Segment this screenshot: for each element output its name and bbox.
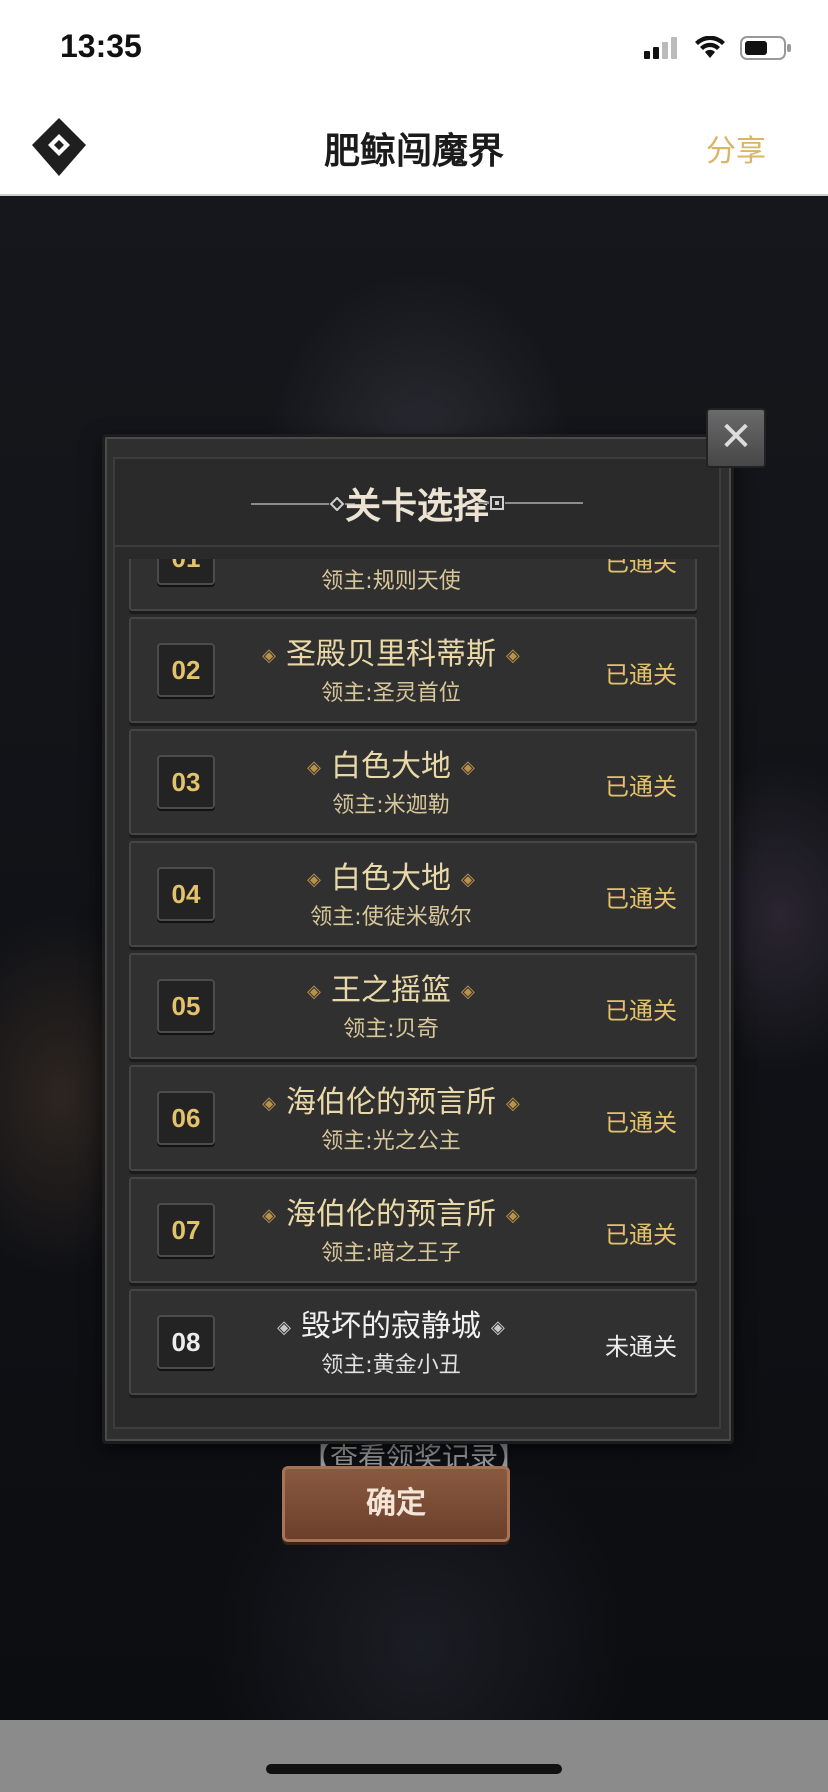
level-number: 07	[157, 1203, 215, 1257]
level-status: 已通关	[605, 885, 677, 913]
level-status: 已通关	[605, 997, 677, 1025]
level-row-08[interactable]: 08 ◈ 毁坏的寂静城 ◈ 领主:黄金小丑 未通关	[129, 1289, 697, 1395]
battery-icon	[740, 36, 791, 60]
level-name-text: 毁坏的寂静城	[301, 1309, 481, 1344]
level-status: 已通关	[605, 1109, 677, 1137]
share-button[interactable]: 分享	[706, 126, 766, 170]
level-select-dialog: 关卡选择 01 领主:规则天使 已通关 02 ◈ 圣殿贝里科蒂斯 ◈ 领主:圣灵首位…	[102, 434, 734, 1444]
diamond-icon: ◈	[506, 1205, 520, 1226]
level-status: 已通关	[605, 773, 677, 801]
diamond-icon: ◈	[461, 869, 475, 890]
diamond-icon: ◈	[307, 757, 321, 778]
level-number: 04	[157, 867, 215, 921]
wifi-icon	[695, 36, 725, 58]
dialog-header: 关卡选择	[115, 459, 719, 547]
status-time: 13:35	[60, 28, 142, 64]
cellular-signal-icon	[644, 37, 677, 59]
diamond-icon: ◈	[262, 1205, 276, 1226]
level-status: 已通关	[605, 661, 677, 689]
diamond-icon: ◈	[262, 1093, 276, 1114]
level-number: 05	[157, 979, 215, 1033]
diamond-icon: ◈	[277, 1317, 291, 1338]
level-row-04[interactable]: 04 ◈ 白色大地 ◈ 领主:使徒米歇尔 已通关	[129, 841, 697, 947]
page-title: 肥鲸闯魔界	[323, 131, 504, 172]
level-status: 已通关	[605, 1221, 677, 1249]
level-name-text: 海伯伦的预言所	[286, 1085, 496, 1120]
close-dialog-button[interactable]: ✕	[706, 408, 766, 468]
level-boss: 领主:暗之王子	[321, 1241, 461, 1266]
level-number: 02	[157, 643, 215, 697]
home-indicator[interactable]	[266, 1764, 562, 1774]
level-number: 01	[157, 559, 215, 585]
level-list[interactable]: 01 领主:规则天使 已通关 02 ◈圣殿贝里科蒂斯◈ 领主:圣灵首位 已通关 …	[129, 559, 699, 1417]
diamond-icon: ◈	[307, 981, 321, 1002]
level-number: 06	[157, 1091, 215, 1145]
level-row-05[interactable]: 05 ◈ 王之摇篮 ◈ 领主:贝奇 已通关	[129, 953, 697, 1059]
diamond-icon: ◈	[506, 1093, 520, 1114]
level-row-02[interactable]: 02 ◈ 圣殿贝里科蒂斯 ◈ 领主:圣灵首位 已通关	[129, 617, 697, 723]
level-name-text: 圣殿贝里科蒂斯	[286, 637, 496, 672]
diamond-icon: ◈	[506, 645, 520, 666]
level-row-06[interactable]: 06 ◈ 海伯伦的预言所 ◈ 领主:光之公主 已通关	[129, 1065, 697, 1171]
level-row-07[interactable]: 07 ◈ 海伯伦的预言所 ◈ 领主:暗之王子 已通关	[129, 1177, 697, 1283]
nav-bar: 肥鲸闯魔界 分享	[0, 100, 828, 196]
level-name: ◈ 白色大地 ◈	[231, 741, 551, 785]
level-status: 已通关	[605, 559, 677, 577]
level-boss: 领主:圣灵首位	[321, 681, 461, 706]
bottom-safe-area	[0, 1720, 828, 1792]
diamond-icon: ◈	[307, 869, 321, 890]
level-name-text: 白色大地	[331, 749, 451, 784]
status-icons	[644, 36, 792, 60]
diamond-icon: ◈	[461, 757, 475, 778]
level-boss: 领主:光之公主	[321, 1129, 461, 1154]
level-name: ◈ 毁坏的寂静城 ◈	[231, 1301, 551, 1345]
level-row-01[interactable]: 01 领主:规则天使 已通关	[129, 559, 697, 611]
level-boss: 领主:使徒米歇尔	[310, 905, 472, 930]
level-name: ◈ 王之摇篮 ◈	[231, 965, 551, 1009]
confirm-button[interactable]: 确定	[282, 1466, 510, 1542]
level-name: ◈ 海伯伦的预言所 ◈	[231, 1077, 551, 1121]
level-row-03[interactable]: 03 ◈ 白色大地 ◈ 领主:米迦勒 已通关	[129, 729, 697, 835]
level-name: ◈ 白色大地 ◈	[231, 853, 551, 897]
level-name: ◈ 海伯伦的预言所 ◈	[231, 1189, 551, 1233]
level-boss: 领主:规则天使	[321, 569, 461, 594]
level-status: 未通关	[605, 1333, 677, 1361]
level-number: 08	[157, 1315, 215, 1369]
level-name-text: 海伯伦的预言所	[286, 1197, 496, 1232]
level-boss: 领主:贝奇	[343, 1017, 439, 1042]
title-ornament-right-icon	[479, 496, 583, 510]
level-number: 03	[157, 755, 215, 809]
diamond-icon: ◈	[461, 981, 475, 1002]
status-bar: 13:35	[0, 0, 828, 100]
dialog-title: 关卡选择	[344, 486, 489, 527]
dialog-panel: 关卡选择 01 领主:规则天使 已通关 02 ◈ 圣殿贝里科蒂斯 ◈ 领主:圣灵首位…	[113, 457, 721, 1429]
level-name-text: 王之摇篮	[331, 973, 451, 1008]
level-name: ◈ 圣殿贝里科蒂斯 ◈	[231, 629, 551, 673]
level-boss: 领主:黄金小丑	[321, 1353, 461, 1378]
diamond-icon: ◈	[491, 1317, 505, 1338]
level-boss: 领主:米迦勒	[332, 793, 450, 818]
level-name-text: 白色大地	[331, 861, 451, 896]
diamond-icon: ◈	[262, 645, 276, 666]
